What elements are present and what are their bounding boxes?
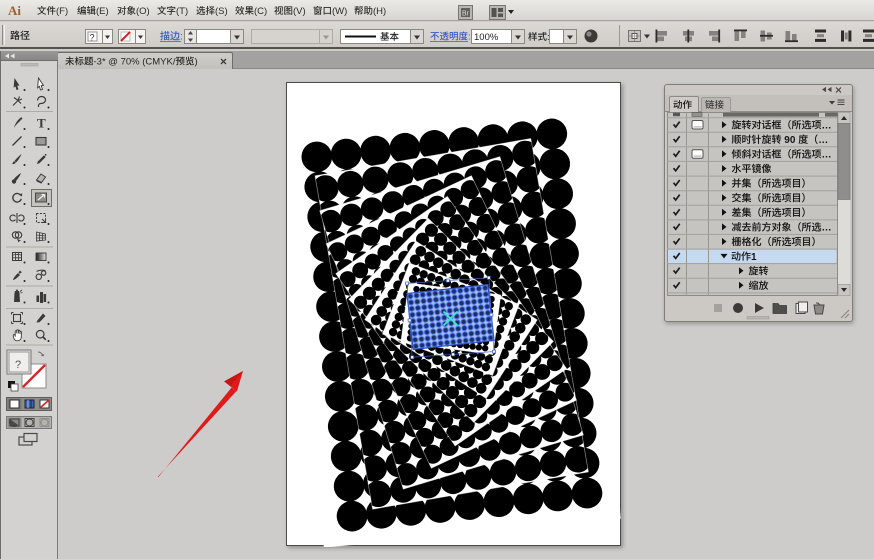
svg-text:-3* @ 70% (CMYK/: -3* @ 70% (CMYK/ (94, 57, 176, 68)
svg-text:(O): (O) (136, 6, 150, 17)
svg-text:…: … (822, 120, 832, 131)
svg-text:1: 1 (751, 252, 757, 263)
svg-text::: : (180, 32, 183, 43)
svg-text:T: T (37, 116, 46, 131)
svg-text:Ai: Ai (8, 3, 21, 18)
svg-text:(E): (E) (96, 6, 109, 17)
svg-text:90: 90 (784, 135, 796, 146)
svg-text:…: … (822, 223, 832, 234)
svg-text:?: ? (90, 33, 95, 43)
svg-text:): ) (195, 57, 198, 68)
svg-text:(C): (C) (254, 6, 267, 17)
svg-text:(V): (V) (293, 6, 306, 17)
svg-text:(W): (W) (332, 6, 347, 17)
svg-text:(H): (H) (373, 6, 386, 17)
svg-text:Br: Br (462, 11, 470, 18)
svg-text::: : (468, 32, 471, 43)
svg-text:…: … (818, 135, 828, 146)
svg-text:(F): (F) (56, 6, 68, 17)
svg-text:(S): (S) (215, 6, 228, 17)
svg-text:?: ? (15, 359, 21, 371)
svg-text:…: … (822, 150, 832, 161)
svg-text:(T): (T) (176, 6, 188, 17)
svg-text:100%: 100% (474, 32, 499, 43)
